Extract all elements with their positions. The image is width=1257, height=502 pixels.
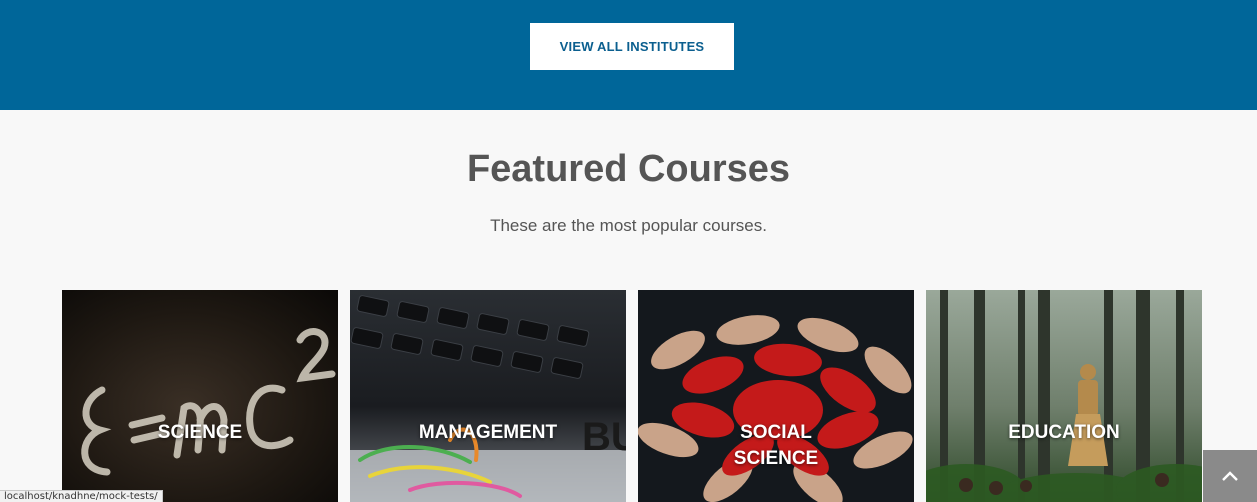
course-card-science[interactable]: SCIENCE (62, 290, 338, 502)
course-label-social-science: SOCIAL SCIENCE (733, 422, 819, 469)
course-label-management: MANAGEMENT (418, 422, 558, 443)
institutes-banner: VIEW ALL INSTITUTES (0, 0, 1257, 110)
featured-courses-subtitle: These are the most popular courses. (490, 216, 767, 235)
course-image-science (62, 290, 338, 502)
course-card-management[interactable]: BU MANAGEMENT (350, 290, 626, 502)
view-all-institutes-button[interactable]: VIEW ALL INSTITUTES (530, 23, 734, 70)
status-bar-url: localhost/knadhne/mock-tests/ (0, 490, 163, 502)
scroll-to-top-button[interactable] (1203, 450, 1257, 502)
course-image-management: BU (350, 290, 626, 502)
chevron-up-icon (1222, 471, 1238, 481)
course-card-social-science[interactable]: SOCIAL SCIENCE (638, 290, 914, 502)
course-image-education (926, 290, 1202, 502)
course-label-education: EDUCATION (1008, 422, 1120, 443)
course-card-education[interactable]: EDUCATION (926, 290, 1202, 502)
featured-courses-title: Featured Courses (466, 148, 791, 190)
course-label-science: SCIENCE (157, 422, 243, 443)
